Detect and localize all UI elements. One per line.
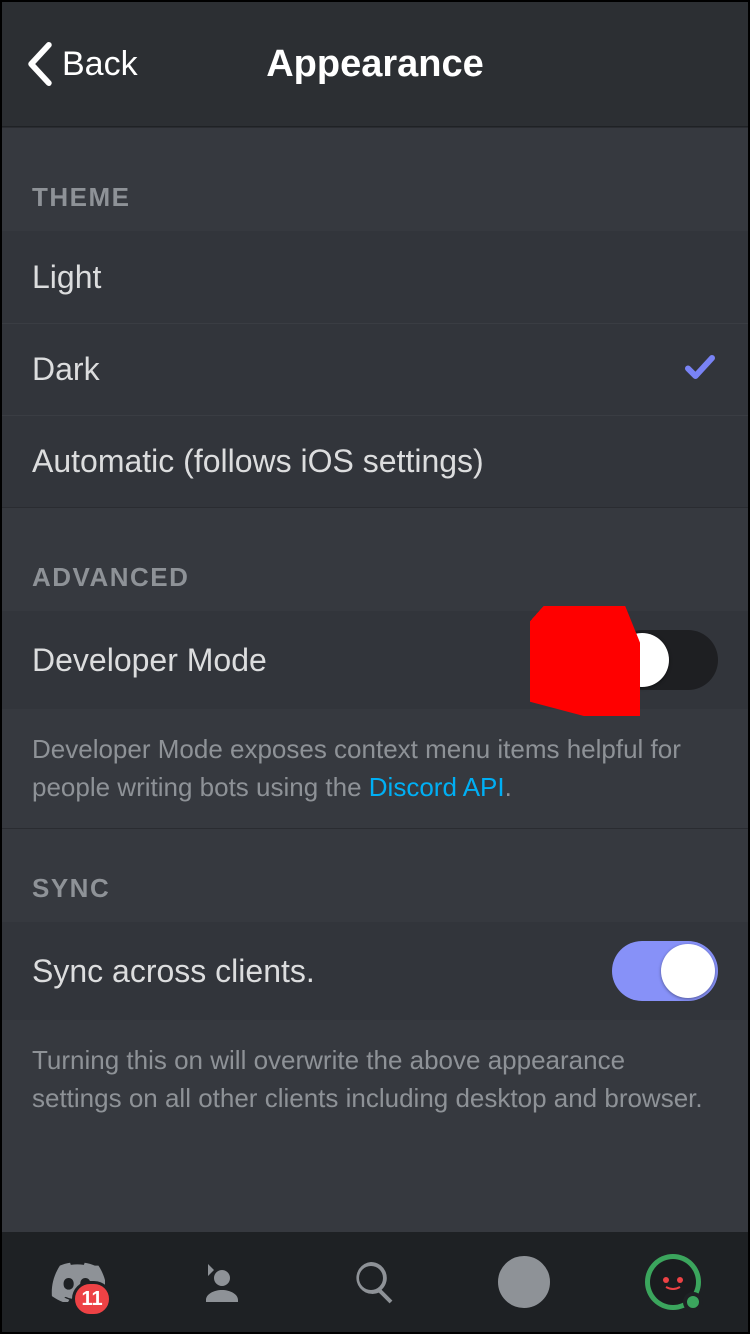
back-button[interactable]: Back — [26, 2, 138, 126]
status-online-icon — [683, 1292, 703, 1312]
chevron-left-icon — [26, 42, 54, 86]
notification-badge: 11 — [72, 1281, 111, 1317]
developer-mode-row: Developer Mode — [2, 611, 748, 709]
search-icon — [351, 1258, 399, 1306]
tab-search[interactable] — [340, 1247, 410, 1317]
header-bar: Back Appearance — [2, 2, 748, 127]
theme-option-light[interactable]: Light — [2, 231, 748, 323]
friends-icon — [202, 1258, 250, 1306]
mentions-icon — [498, 1256, 550, 1308]
theme-light-label: Light — [32, 259, 101, 296]
tab-bar: 11 — [2, 1232, 748, 1332]
developer-mode-toggle[interactable] — [612, 630, 718, 690]
developer-mode-label: Developer Mode — [32, 642, 267, 679]
developer-mode-description: Developer Mode exposes context menu item… — [2, 709, 748, 828]
sync-toggle[interactable] — [612, 941, 718, 1001]
sync-label: Sync across clients. — [32, 953, 315, 990]
tab-friends[interactable] — [191, 1247, 261, 1317]
section-header-sync: Sync — [2, 828, 748, 922]
section-header-advanced: Advanced — [2, 507, 748, 611]
avatar — [645, 1254, 701, 1310]
back-label: Back — [62, 45, 138, 84]
theme-option-automatic[interactable]: Automatic (follows iOS settings) — [2, 415, 748, 507]
sync-row: Sync across clients. — [2, 922, 748, 1020]
tab-profile[interactable] — [638, 1247, 708, 1317]
checkmark-icon — [682, 349, 718, 390]
section-header-theme: Theme — [2, 127, 748, 231]
toggle-knob — [615, 633, 669, 687]
sync-description: Turning this on will overwrite the above… — [2, 1020, 748, 1139]
theme-option-dark[interactable]: Dark — [2, 323, 748, 415]
avatar-face-icon — [658, 1272, 688, 1292]
theme-dark-label: Dark — [32, 351, 100, 388]
page-title: Appearance — [266, 43, 484, 86]
theme-automatic-label: Automatic (follows iOS settings) — [32, 443, 484, 480]
tab-home[interactable]: 11 — [42, 1247, 112, 1317]
discord-api-link[interactable]: Discord API — [369, 772, 505, 802]
tab-mentions[interactable] — [489, 1247, 559, 1317]
toggle-knob — [661, 944, 715, 998]
